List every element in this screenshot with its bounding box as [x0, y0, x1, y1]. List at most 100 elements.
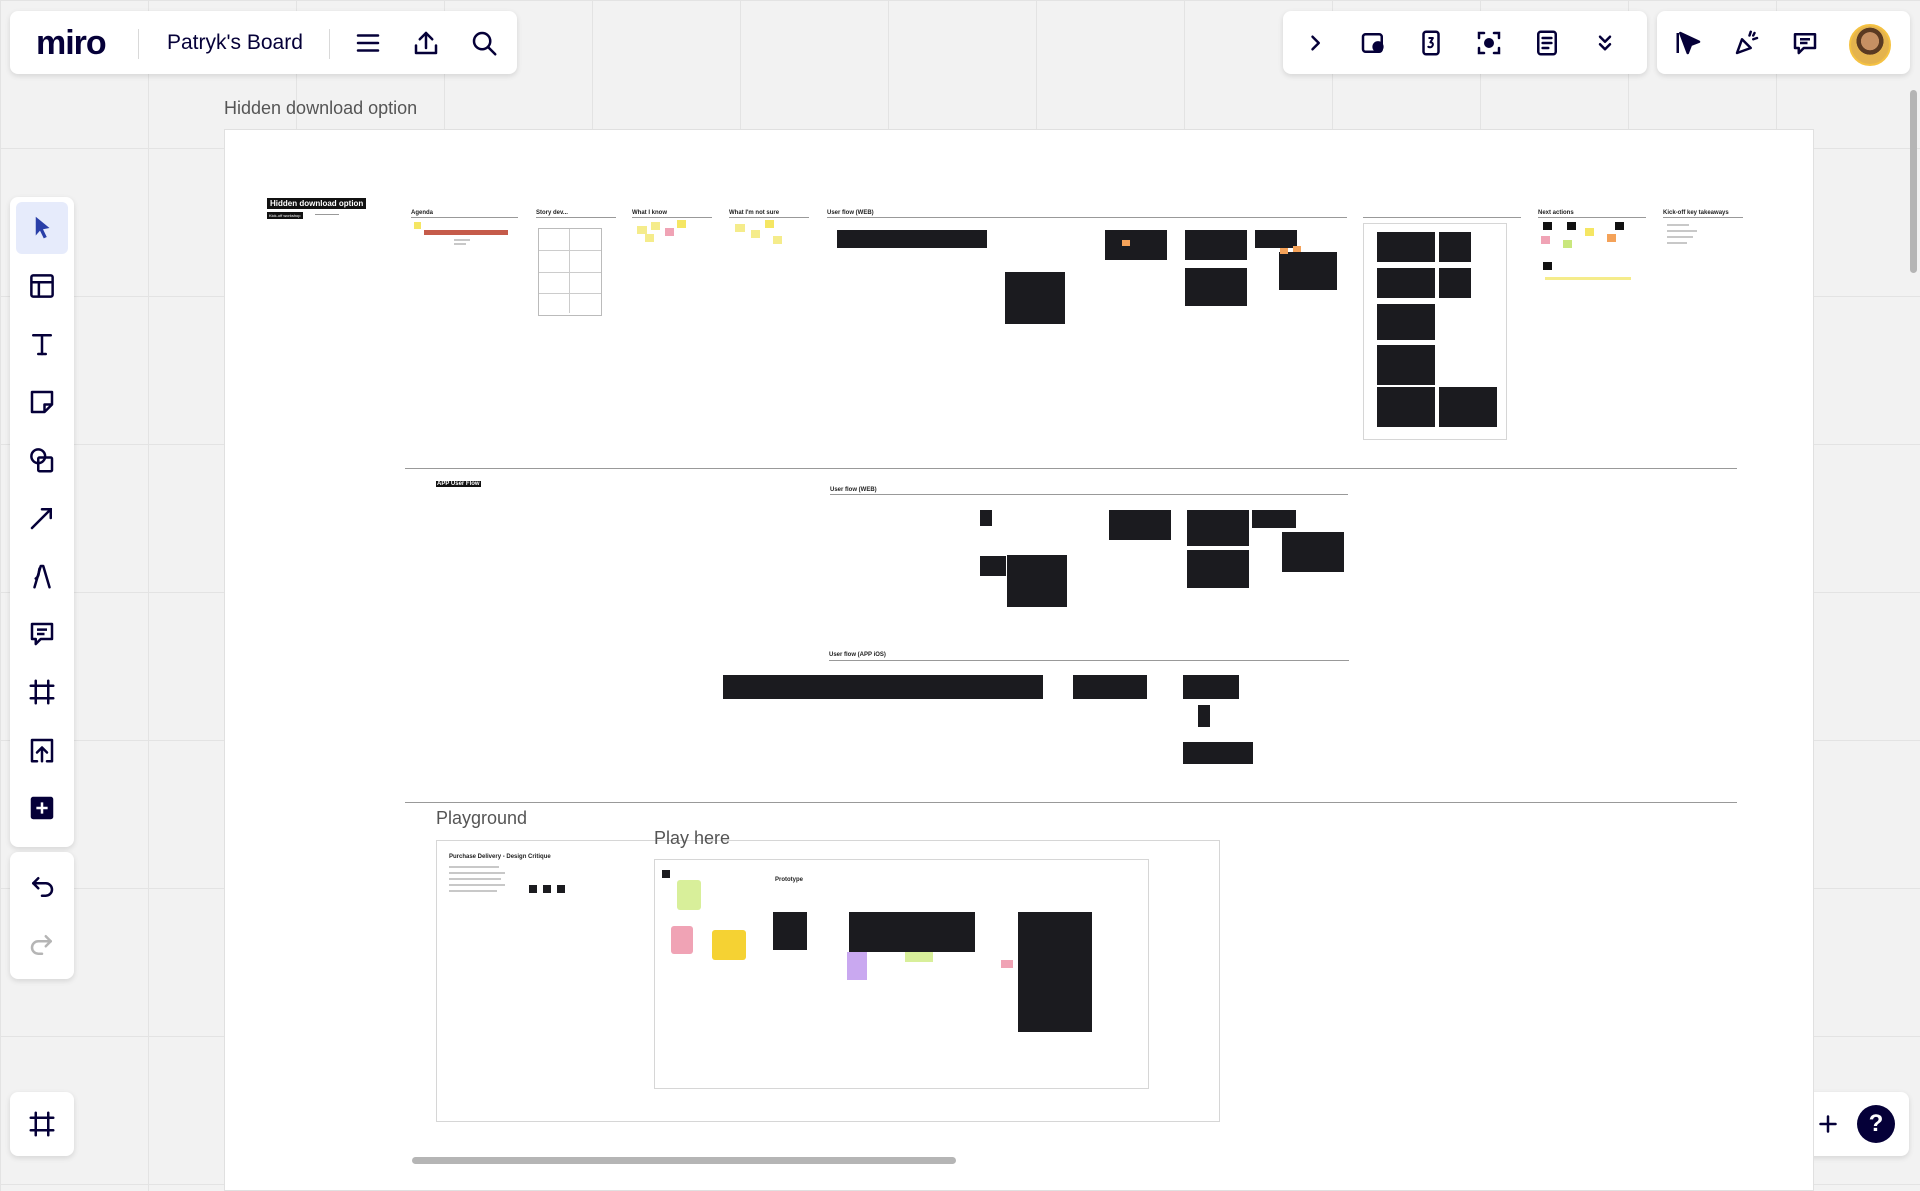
- screen[interactable]: [1282, 532, 1344, 572]
- screen[interactable]: [1279, 252, 1337, 290]
- screens-column[interactable]: [1018, 912, 1092, 1032]
- sticky-note[interactable]: [773, 236, 782, 244]
- sticky-note[interactable]: [529, 885, 537, 893]
- section-takeaways[interactable]: Kick-off key takeaways: [1663, 210, 1729, 216]
- sticky-note[interactable]: [1280, 248, 1288, 254]
- vertical-scrollbar[interactable]: [1910, 90, 1917, 273]
- sticky-note[interactable]: [665, 228, 674, 236]
- frames-button[interactable]: [16, 1098, 68, 1150]
- sticky-note[interactable]: [1585, 228, 1594, 236]
- screen[interactable]: [1439, 268, 1471, 298]
- focus-button[interactable]: [1465, 19, 1513, 67]
- text-tool[interactable]: [16, 318, 68, 370]
- sticky-cluster[interactable]: [712, 930, 746, 960]
- screens-row[interactable]: [723, 675, 1043, 699]
- screen[interactable]: [1185, 230, 1247, 260]
- screen[interactable]: [1377, 304, 1435, 340]
- section-app-user-flow[interactable]: APP User Flow: [436, 481, 481, 487]
- sticky-cluster[interactable]: [671, 926, 693, 954]
- redo-button[interactable]: [16, 919, 68, 971]
- sticky-cluster[interactable]: [677, 880, 701, 910]
- present-button[interactable]: [1349, 19, 1397, 67]
- collapse-toolbar-button[interactable]: [1291, 19, 1339, 67]
- sticky-note[interactable]: [637, 226, 647, 234]
- screen[interactable]: [1377, 268, 1435, 298]
- sticky-note[interactable]: [1543, 262, 1552, 270]
- screens-row[interactable]: [1183, 675, 1239, 699]
- board-title[interactable]: Patryk's Board: [167, 31, 303, 55]
- screen[interactable]: [1377, 232, 1435, 262]
- screen[interactable]: [1377, 345, 1435, 385]
- sticky-note[interactable]: [1293, 246, 1301, 252]
- sticky-note[interactable]: [543, 885, 551, 893]
- playground-label[interactable]: Playground: [436, 808, 527, 829]
- subtitle-sticker[interactable]: Kick-off workshop: [267, 212, 303, 219]
- sticky-note[interactable]: [1615, 222, 1624, 230]
- sticky-cluster[interactable]: [847, 952, 867, 980]
- screen[interactable]: [1377, 387, 1435, 427]
- section-purchase[interactable]: Purchase Delivery - Design Critique: [449, 854, 551, 860]
- screens-row[interactable]: [773, 912, 807, 950]
- section-user-flow-web[interactable]: User flow (WEB): [827, 210, 874, 216]
- sticky-note[interactable]: [414, 222, 421, 229]
- sticky-note[interactable]: [1001, 960, 1013, 968]
- title-sticker[interactable]: Hidden download option: [267, 198, 367, 209]
- timer-button[interactable]: [1407, 19, 1455, 67]
- screen[interactable]: [1198, 705, 1210, 727]
- notes-button[interactable]: [1523, 19, 1571, 67]
- line-tool[interactable]: [16, 492, 68, 544]
- sticky-note[interactable]: [651, 222, 660, 230]
- more-tools-button[interactable]: [1581, 19, 1629, 67]
- sticky-note[interactable]: [645, 234, 654, 242]
- play-here-label[interactable]: Play here: [654, 828, 730, 849]
- section-story[interactable]: Story dev...: [536, 210, 568, 216]
- screen[interactable]: [980, 510, 992, 526]
- sticky-note[interactable]: [662, 870, 670, 878]
- section-next-actions[interactable]: Next actions: [1538, 210, 1574, 216]
- board-frame[interactable]: Hidden download option Kick-off workshop…: [224, 129, 1814, 1191]
- horizontal-scrollbar[interactable]: [412, 1157, 956, 1164]
- screen[interactable]: [1005, 272, 1065, 324]
- pen-tool[interactable]: [16, 550, 68, 602]
- sticky-note[interactable]: [751, 230, 760, 238]
- section-prototype[interactable]: Prototype: [775, 877, 803, 883]
- screen[interactable]: [1187, 510, 1249, 546]
- share-export-button[interactable]: [402, 19, 450, 67]
- sticky-note[interactable]: [1543, 222, 1552, 230]
- sticky-note[interactable]: [1607, 234, 1616, 242]
- share-cursor-button[interactable]: [1665, 19, 1713, 67]
- agenda-bar[interactable]: [424, 230, 508, 235]
- screen[interactable]: [1252, 510, 1296, 528]
- screen[interactable]: [1109, 510, 1171, 540]
- select-tool[interactable]: [16, 202, 68, 254]
- shapes-tool[interactable]: [16, 434, 68, 486]
- section-agenda[interactable]: Agenda: [411, 210, 433, 216]
- section-not-sure[interactable]: What I'm not sure: [729, 210, 779, 216]
- comments-button[interactable]: [1781, 19, 1829, 67]
- screen[interactable]: [980, 556, 1006, 576]
- screens-row[interactable]: [849, 912, 975, 952]
- sticky-note[interactable]: [735, 224, 745, 232]
- templates-tool[interactable]: [16, 260, 68, 312]
- sticky-note[interactable]: [1563, 240, 1572, 248]
- sticky-note[interactable]: [765, 220, 774, 228]
- sticky-note[interactable]: [1122, 240, 1130, 246]
- screens-row[interactable]: [1183, 742, 1253, 764]
- comment-tool[interactable]: [16, 608, 68, 660]
- screens-row[interactable]: [1073, 675, 1147, 699]
- miro-logo[interactable]: miro: [36, 26, 107, 60]
- screen[interactable]: [1439, 387, 1497, 427]
- reactions-button[interactable]: [1723, 19, 1771, 67]
- screen[interactable]: [1255, 230, 1297, 248]
- section-user-flow-web-2[interactable]: User flow (WEB): [830, 487, 877, 493]
- sticky-note[interactable]: [1541, 236, 1550, 244]
- help-icon[interactable]: ?: [1857, 1105, 1895, 1143]
- sticky-row[interactable]: [1545, 277, 1631, 280]
- frame-title[interactable]: Hidden download option: [224, 98, 417, 119]
- sticky-note[interactable]: [557, 885, 565, 893]
- avatar[interactable]: [1849, 24, 1891, 66]
- screen[interactable]: [1185, 268, 1247, 306]
- more-apps-tool[interactable]: [16, 782, 68, 834]
- screens-row[interactable]: [837, 230, 987, 248]
- sticky-note[interactable]: [1567, 222, 1576, 230]
